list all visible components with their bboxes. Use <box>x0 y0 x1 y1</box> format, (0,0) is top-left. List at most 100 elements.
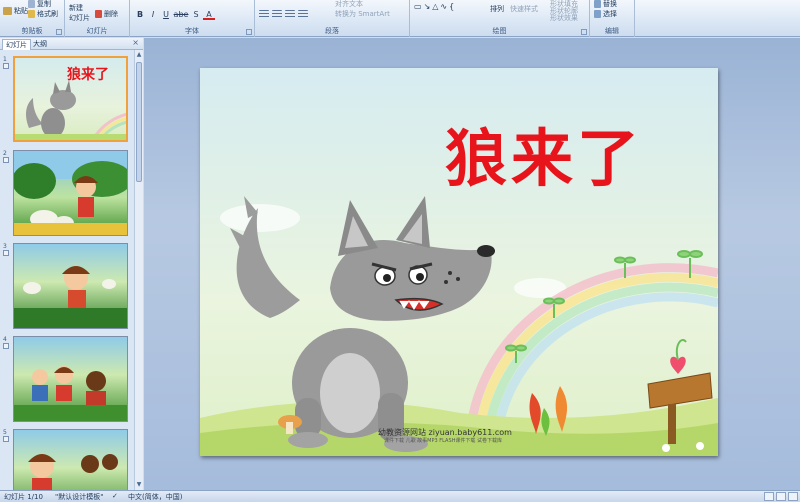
strikethrough-button[interactable]: abe <box>173 10 189 20</box>
thumbnail-number: 2 <box>3 150 7 157</box>
copy-button[interactable]: 复制 <box>28 0 51 9</box>
thumbnail-row[interactable]: 4 <box>0 336 134 424</box>
font-launcher-icon[interactable] <box>246 29 252 35</box>
bold-button[interactable]: B <box>134 10 146 20</box>
align-buttons <box>259 10 308 18</box>
boy-sheep-thumbnail-image <box>14 151 127 235</box>
delete-label: 删除 <box>104 10 118 18</box>
thumbnail-number: 4 <box>3 336 7 343</box>
shape-effects-button[interactable]: 形状效果 <box>550 13 578 23</box>
tab-slides[interactable]: 幻灯片 <box>2 39 31 50</box>
shape-curve-icon: ∿ <box>440 2 448 11</box>
scroll-down-icon[interactable]: ▼ <box>136 481 142 489</box>
slides-group-label: 幻灯片 <box>86 27 108 35</box>
paragraph-group: 对齐文本 转换为 SmartArt 段落 <box>255 0 410 37</box>
format-painter-label: 格式刷 <box>37 10 58 18</box>
thumbnail-row[interactable]: 3 <box>0 243 134 331</box>
quick-styles-label: 快速样式 <box>510 5 538 13</box>
copy-label: 复制 <box>37 0 51 8</box>
thumbnail-number: 5 <box>3 429 7 436</box>
crowd-thumbnail-image <box>28 454 118 490</box>
slide-thumbnail[interactable]: 狼来了 <box>13 56 128 142</box>
editing-group: 替换 选择 编辑 <box>590 0 635 37</box>
align-right-icon[interactable] <box>285 10 295 18</box>
convert-smartart-button[interactable]: 转换为 SmartArt <box>335 9 390 19</box>
justify-icon[interactable] <box>298 10 308 18</box>
replace-icon <box>594 0 601 8</box>
animation-icon <box>3 157 9 163</box>
paragraph-group-label: 段落 <box>325 27 339 35</box>
slides-panel: 幻灯片 大纲 × 1 狼来了 2 3 4 5 ▲ ▼ <box>0 38 143 490</box>
wolf-thumbnail-image <box>15 80 126 140</box>
animation-icon <box>3 343 9 349</box>
boy-shouting-thumbnail-image <box>14 266 127 328</box>
slide-thumbnail[interactable] <box>13 336 128 422</box>
align-text-button[interactable]: 对齐文本 <box>335 0 363 9</box>
close-panel-icon[interactable]: × <box>132 38 139 47</box>
tab-outline[interactable]: 大纲 <box>30 39 50 50</box>
language-indicator[interactable]: 中文(简体，中国) <box>128 492 182 502</box>
format-painter-icon <box>28 10 35 18</box>
drawing-launcher-icon[interactable] <box>581 29 587 35</box>
villagers-thumbnail-image <box>14 366 127 421</box>
font-color-button[interactable]: A <box>203 10 215 20</box>
clipboard-launcher-icon[interactable] <box>56 29 62 35</box>
select-icon <box>594 10 601 18</box>
slide-thumbnail[interactable] <box>13 429 128 490</box>
status-bar: 幻灯片 1/10 "默认设计模板" ✓ 中文(简体，中国) <box>0 490 800 502</box>
font-group-label: 字体 <box>185 27 199 35</box>
new-slide-button[interactable]: 新建 幻灯片 <box>69 3 90 23</box>
slide-thumbnail[interactable] <box>13 243 128 329</box>
align-center-icon[interactable] <box>272 10 282 18</box>
arrange-label: 排列 <box>490 5 504 13</box>
scroll-up-icon[interactable]: ▲ <box>136 51 142 59</box>
clipboard-group-label: 剪贴板 <box>21 27 43 35</box>
slideshow-icon[interactable] <box>788 492 798 501</box>
align-left-icon[interactable] <box>259 10 269 18</box>
slide-thumbnail[interactable] <box>13 150 128 236</box>
shapes-gallery[interactable]: ▭ ↘ △ ∿ { <box>414 2 454 11</box>
slide-editor-area: 狼来了 幼教资源网站 ziyuan.baby611.com 课件下载 儿歌 故事… <box>144 38 800 490</box>
align-text-label: 对齐文本 <box>335 0 363 8</box>
slide-title[interactable]: 狼来了 <box>445 108 643 198</box>
scrollbar-thumb[interactable] <box>136 62 142 182</box>
animation-icon <box>3 436 9 442</box>
thumbnail-number: 1 <box>3 56 7 63</box>
slide-counter: 幻灯片 1/10 <box>4 493 43 501</box>
animation-icon <box>3 250 9 256</box>
spellcheck-icon[interactable]: ✓ <box>112 492 118 500</box>
thumbnail-number: 3 <box>3 243 7 250</box>
thumbnail-row[interactable]: 5 <box>0 429 134 490</box>
shape-arrow-icon: ↘ <box>423 2 431 11</box>
italic-button[interactable]: I <box>147 10 159 20</box>
site-watermark-subtext: 课件下载 儿歌 故事MP3 FLASH课件下载 试卷下载库 <box>384 438 503 444</box>
format-painter-button[interactable]: 格式刷 <box>28 9 58 19</box>
select-button[interactable]: 选择 <box>594 9 617 19</box>
panel-scrollbar[interactable]: ▲ ▼ <box>134 50 143 490</box>
paste-button[interactable]: 粘贴 <box>3 6 28 16</box>
font-group: B I U abe S A 字体 <box>130 0 255 37</box>
thumbnail-row[interactable]: 1 狼来了 <box>0 56 134 144</box>
new-slide-label-2: 幻灯片 <box>69 14 90 22</box>
quick-styles-button[interactable]: 快速样式 <box>510 4 538 14</box>
new-slide-label: 新建 <box>69 4 83 12</box>
shape-triangle-icon: △ <box>432 2 439 11</box>
slide-sorter-icon[interactable] <box>776 492 786 501</box>
drawing-group-label: 绘图 <box>492 27 507 35</box>
replace-button[interactable]: 替换 <box>594 0 617 9</box>
convert-smartart-label: 转换为 SmartArt <box>335 10 390 18</box>
underline-button[interactable]: U <box>160 10 172 20</box>
paste-icon <box>3 7 12 15</box>
editing-group-label: 编辑 <box>605 27 619 35</box>
shape-rect-icon: ▭ <box>414 2 422 11</box>
normal-view-icon[interactable] <box>764 492 774 501</box>
theme-name: "默认设计模板" <box>55 493 104 501</box>
arrange-button[interactable]: 排列 <box>490 4 504 14</box>
select-label: 选择 <box>603 10 617 18</box>
clipboard-group: 粘贴 复制 格式刷 剪贴板 <box>0 0 65 37</box>
delete-slide-button[interactable]: 删除 <box>95 9 118 19</box>
slide-canvas[interactable]: 狼来了 幼教资源网站 ziyuan.baby611.com 课件下载 儿歌 故事… <box>200 68 718 456</box>
shadow-button[interactable]: S <box>190 10 202 20</box>
ribbon: 粘贴 复制 格式刷 剪贴板 新建 幻灯片 删除 幻灯片 B I U abe S … <box>0 0 800 37</box>
thumbnail-row[interactable]: 2 <box>0 150 134 238</box>
